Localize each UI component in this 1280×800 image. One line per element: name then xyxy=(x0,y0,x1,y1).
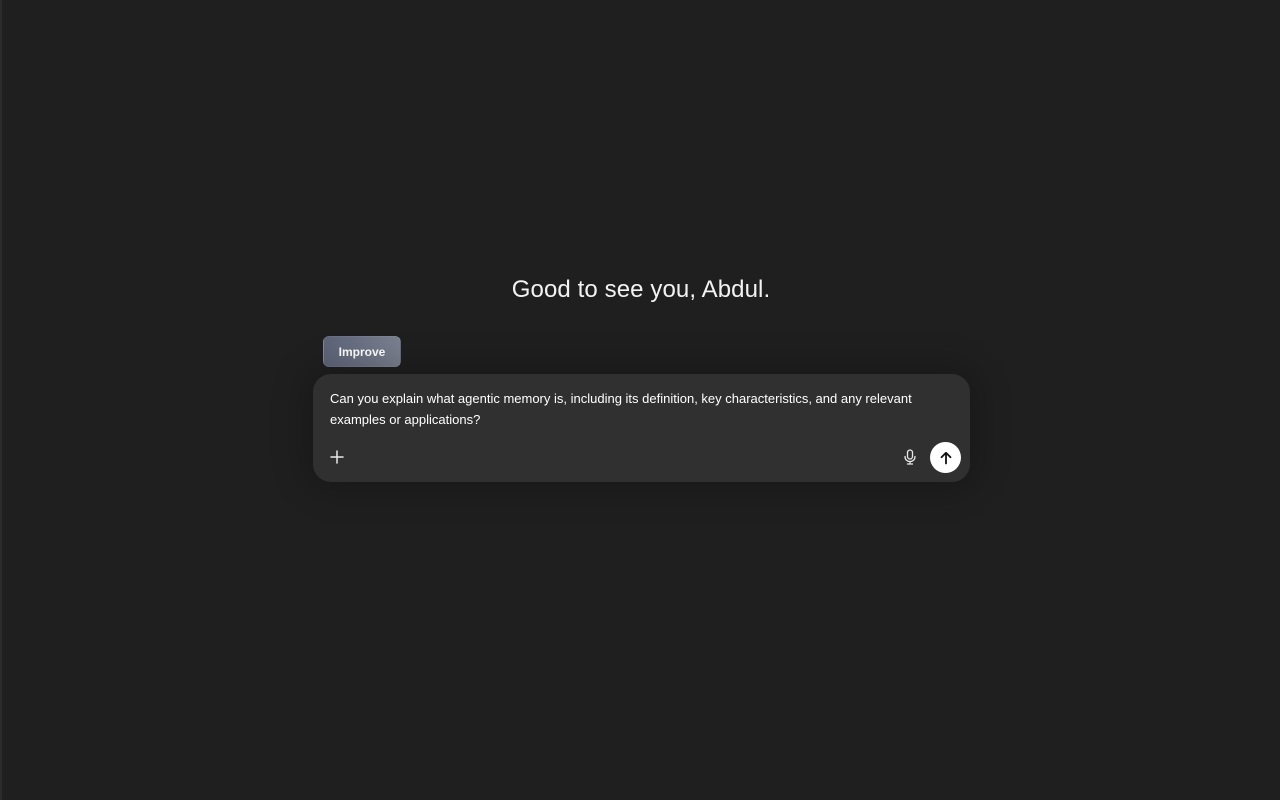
microphone-icon xyxy=(903,449,917,465)
greeting-heading: Good to see you, Abdul. xyxy=(511,276,771,303)
message-composer[interactable]: Can you explain what agentic memory is, … xyxy=(313,374,970,482)
improve-button[interactable]: Improve xyxy=(323,336,401,367)
send-button[interactable] xyxy=(930,442,961,473)
voice-input-button[interactable] xyxy=(900,447,920,467)
prompt-input[interactable]: Can you explain what agentic memory is, … xyxy=(330,388,954,430)
add-attachment-button[interactable] xyxy=(327,447,347,467)
arrow-up-icon xyxy=(939,451,953,465)
window-left-edge xyxy=(0,0,2,800)
plus-icon xyxy=(330,450,344,464)
